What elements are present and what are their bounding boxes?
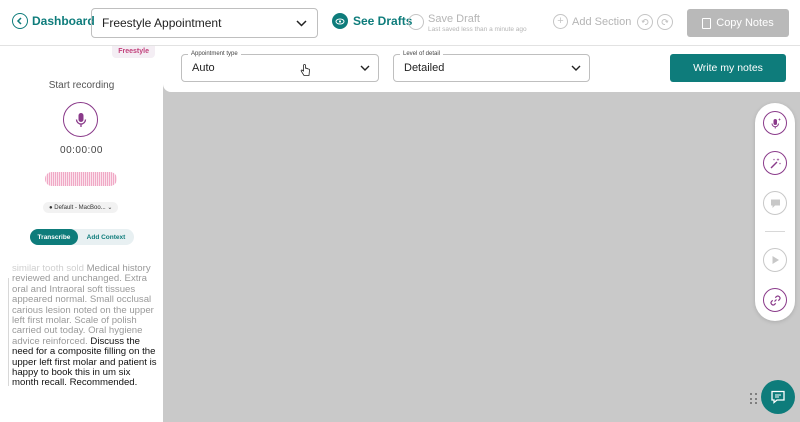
undo-icon xyxy=(641,19,649,26)
mode-toggle: Transcribe Add Context xyxy=(30,229,134,245)
chevron-down-icon xyxy=(571,62,581,74)
chat-support-button[interactable] xyxy=(761,380,795,414)
transcript-text[interactable]: similar tooth sold Medical history revie… xyxy=(12,264,157,390)
grip-dot xyxy=(755,393,757,395)
recording-timer: 00:00:00 xyxy=(60,145,103,156)
microphone-icon xyxy=(75,112,86,127)
tab-add-context[interactable]: Add Context xyxy=(78,229,134,245)
chevron-down-icon: ⌄ xyxy=(107,205,113,211)
magic-wand-button[interactable] xyxy=(763,151,787,175)
freestyle-badge: Freestyle xyxy=(112,46,155,58)
see-drafts-label: See Drafts xyxy=(353,14,413,28)
side-toolbar xyxy=(755,103,795,321)
save-draft-label: Save Draft xyxy=(428,13,480,25)
appointment-select[interactable]: Freestyle Appointment xyxy=(91,8,318,38)
appointment-type-label: Appointment type xyxy=(188,50,241,58)
grip-dot xyxy=(755,402,757,405)
chevron-down-icon xyxy=(296,16,307,30)
magic-wand-icon xyxy=(770,157,781,168)
eye-icon xyxy=(332,13,348,29)
start-recording-label: Start recording xyxy=(48,80,115,91)
redo-button[interactable] xyxy=(657,14,673,30)
appointment-type-value: Auto xyxy=(192,62,215,74)
top-bar: Dashboard Freestyle Appointment See Draf… xyxy=(0,0,800,46)
chat-icon xyxy=(771,390,785,404)
toolbar-divider xyxy=(765,231,785,232)
chevron-left-icon xyxy=(12,13,28,29)
save-status-text: Last saved less than a minute ago xyxy=(428,26,527,33)
microphone-device-select[interactable]: ● Default - MacBoo... ⌄ xyxy=(43,202,119,213)
redo-icon xyxy=(661,19,669,26)
detail-level-label: Level of detail xyxy=(400,50,444,58)
dashboard-back-button[interactable]: Dashboard xyxy=(12,13,95,29)
tab-transcribe[interactable]: Transcribe xyxy=(30,229,78,245)
link-icon xyxy=(769,294,781,306)
chevron-down-icon xyxy=(360,62,370,74)
add-section-label: Add Section xyxy=(572,15,632,28)
audio-waveform xyxy=(45,172,117,186)
mic-sparkle-icon xyxy=(771,117,781,128)
record-button[interactable] xyxy=(63,102,98,137)
copy-notes-button[interactable]: Copy Notes xyxy=(687,9,789,37)
clipboard-icon xyxy=(702,17,712,29)
comment-icon xyxy=(770,199,780,208)
grip-dot xyxy=(750,397,752,400)
transcript-scroll-indicator xyxy=(8,278,9,386)
grip-dot xyxy=(750,402,752,405)
detail-level-select[interactable]: Level of detail Detailed xyxy=(393,50,590,82)
save-draft-button[interactable]: Save Draft Last saved less than a minute… xyxy=(408,13,527,33)
undo-button[interactable] xyxy=(637,14,653,30)
transcript-older: Medical history reviewed and unchanged. … xyxy=(12,264,154,347)
grip-dot xyxy=(750,393,752,395)
play-button[interactable] xyxy=(763,248,787,272)
plus-icon: + xyxy=(553,14,568,29)
appointment-type-select[interactable]: Appointment type Auto xyxy=(181,50,379,82)
note-settings-bar: Appointment type Auto Level of detail De… xyxy=(163,46,800,92)
write-notes-button[interactable]: Write my notes xyxy=(670,54,786,82)
device-select-value: Default - MacBoo... xyxy=(54,205,106,211)
mic-small-icon: ● xyxy=(49,205,53,211)
dashboard-label: Dashboard xyxy=(32,14,95,28)
drag-handle[interactable] xyxy=(750,393,758,405)
ai-mic-button[interactable] xyxy=(763,111,787,135)
appointment-select-value: Freestyle Appointment xyxy=(102,16,222,30)
add-section-button[interactable]: + Add Section xyxy=(553,14,631,29)
grip-dot xyxy=(755,397,757,400)
recording-panel: Freestyle Start recording 00:00:00 ● Def… xyxy=(0,46,163,422)
cloud-upload-icon xyxy=(408,14,424,30)
detail-level-value: Detailed xyxy=(404,62,445,74)
play-icon xyxy=(772,256,779,264)
see-drafts-button[interactable]: See Drafts xyxy=(332,13,412,29)
comment-button[interactable] xyxy=(763,191,787,215)
link-button[interactable] xyxy=(763,288,787,312)
hand-cursor-icon xyxy=(300,64,311,82)
copy-notes-label: Copy Notes xyxy=(716,17,774,29)
